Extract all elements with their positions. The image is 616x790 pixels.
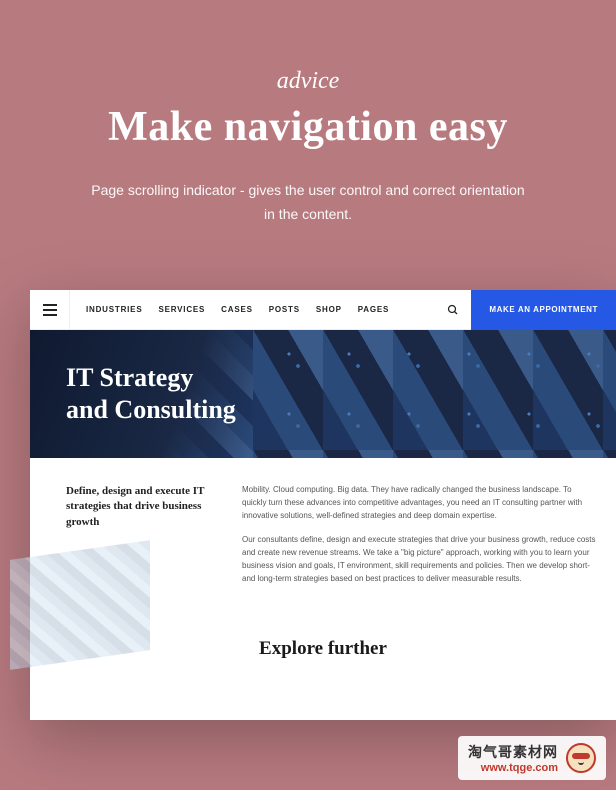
appointment-button[interactable]: MAKE AN APPOINTMENT [471,290,616,330]
menu-icon[interactable] [30,290,70,330]
content-subheading: Define, design and execute IT strategies… [66,484,214,530]
search-icon[interactable] [435,304,471,316]
headline-text: Make navigation easy [40,103,576,151]
eyebrow-text: advice [40,68,576,95]
subhead-text: Page scrolling indicator - gives the use… [88,179,528,227]
content-section: Define, design and execute IT strategies… [30,458,616,620]
watermark-name: 淘气哥素材网 [468,742,558,762]
navbar: INDUSTRIES SERVICES CASES POSTS SHOP PAG… [30,290,616,330]
watermark-logo-icon [566,743,596,773]
nav-posts[interactable]: POSTS [269,305,300,314]
banner-geometric [253,330,616,458]
banner-title: IT Strategyand Consulting [30,362,236,427]
nav-cases[interactable]: CASES [221,305,253,314]
nav-links: INDUSTRIES SERVICES CASES POSTS SHOP PAG… [70,305,435,314]
watermark-url: www.tqge.com [468,762,558,774]
hero-banner: IT Strategyand Consulting [30,330,616,458]
nav-services[interactable]: SERVICES [158,305,205,314]
content-para-2: Our consultants define, design and execu… [242,534,598,585]
decorative-pattern [10,540,150,670]
website-preview: INDUSTRIES SERVICES CASES POSTS SHOP PAG… [30,290,616,720]
nav-shop[interactable]: SHOP [316,305,342,314]
nav-industries[interactable]: INDUSTRIES [86,305,142,314]
nav-pages[interactable]: PAGES [358,305,389,314]
content-para-1: Mobility. Cloud computing. Big data. The… [242,484,598,522]
watermark: 淘气哥素材网 www.tqge.com [458,736,606,780]
content-right: Mobility. Cloud computing. Big data. The… [242,484,598,598]
